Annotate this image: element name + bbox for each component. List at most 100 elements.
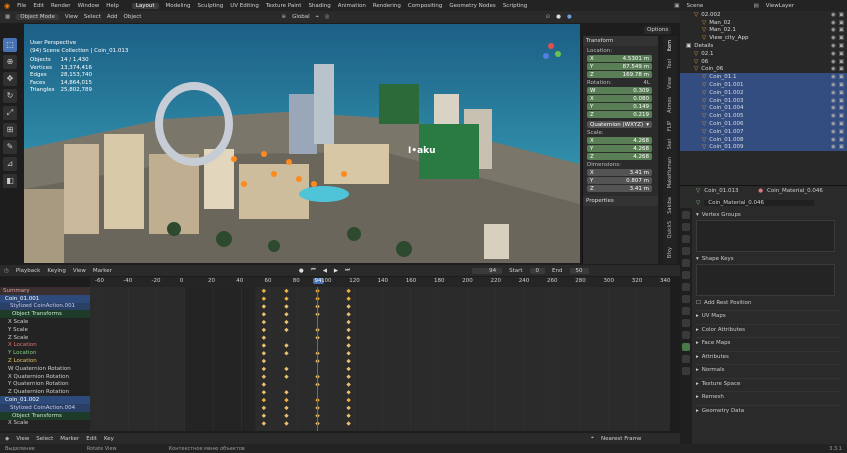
outliner-row[interactable]: ▣ Details ◉ ▣ <box>680 42 847 50</box>
frame-ruler[interactable]: -60 -40 -20 0 20 40 60 80 94 100 120 140 160 180 200 22… <box>90 277 671 287</box>
visibility-eye-icon[interactable]: ◉ <box>831 74 836 80</box>
tab-rendering[interactable]: Rendering <box>373 3 401 9</box>
channel-row[interactable]: Z Location <box>0 357 90 365</box>
tab-shading[interactable]: Shading <box>308 3 330 9</box>
visibility-eye-icon[interactable]: ◉ <box>831 121 836 127</box>
menu-select[interactable]: Select <box>84 14 101 20</box>
visibility-eye-icon[interactable]: ◉ <box>831 12 836 18</box>
measure-icon[interactable]: ⊿ <box>3 157 17 171</box>
vertex-groups-list[interactable] <box>696 220 835 252</box>
property-section-header[interactable]: ▸ Geometry Data <box>696 404 841 417</box>
menu-object[interactable]: Object <box>124 14 142 20</box>
visibility-eye-icon[interactable]: ◉ <box>831 51 836 57</box>
scale-z-field[interactable]: Z 4.268 <box>587 153 652 160</box>
camera-render-icon[interactable]: ▣ <box>839 59 844 65</box>
rotation-x-field[interactable]: X 0.080 <box>587 95 652 102</box>
camera-render-icon[interactable]: ▣ <box>839 12 844 18</box>
camera-render-icon[interactable]: ▣ <box>839 27 844 33</box>
visibility-eye-icon[interactable]: ◉ <box>831 113 836 119</box>
location-z-field[interactable]: Z 169.78 m <box>587 71 652 78</box>
visibility-eye-icon[interactable]: ◉ <box>831 66 836 72</box>
tab-uv-editing[interactable]: UV Editing <box>230 3 259 9</box>
data-tab-icon[interactable] <box>682 343 690 351</box>
channel-row[interactable]: Y Scale <box>0 326 90 334</box>
mesh-name-field[interactable]: Coin_Material_0.046 <box>704 200 815 206</box>
dimension-x-field[interactable]: X 3.41 m <box>587 169 652 176</box>
tab-geometry-nodes[interactable]: Geometry Nodes <box>449 3 495 9</box>
rotation-y-field[interactable]: Y 0.149 <box>587 103 652 110</box>
visibility-eye-icon[interactable]: ◉ <box>831 98 836 104</box>
location-x-field[interactable]: X 4.5301 m <box>587 55 652 62</box>
menu-view-ds[interactable]: View <box>16 436 29 442</box>
snap-mode-icon[interactable]: ⌖ <box>591 435 594 442</box>
property-section-header[interactable]: ▸ Color Attributes <box>696 323 841 336</box>
channel-row[interactable]: Stylized CoinAction.001 <box>0 302 90 311</box>
tab-compositing[interactable]: Compositing <box>408 3 442 9</box>
proportional-edit-icon[interactable]: ◎ <box>325 14 330 20</box>
outliner-row[interactable]: ▽ Coin_01.004 ◉ ▣ <box>680 104 847 113</box>
channel-row[interactable]: Stylized CoinAction.004 <box>0 403 90 412</box>
outliner-row[interactable]: ▽ Coin_01.002 ◉ ▣ <box>680 88 847 97</box>
visibility-eye-icon[interactable]: ◉ <box>831 137 836 143</box>
rotation-w-field[interactable]: W 0.309 <box>587 87 652 94</box>
visibility-eye-icon[interactable]: ◉ <box>831 144 836 150</box>
properties-section-header[interactable]: Properties <box>583 196 658 206</box>
visibility-eye-icon[interactable]: ◉ <box>831 59 836 65</box>
mode-selector[interactable]: Object Mode <box>16 14 59 20</box>
camera-render-icon[interactable]: ▣ <box>839 35 844 41</box>
scale-x-field[interactable]: X 4.268 <box>587 137 652 144</box>
outliner-row[interactable]: ▽ Man_02 ◉ ▣ <box>680 19 847 27</box>
channel-row[interactable]: X Quaternion Rotation <box>0 373 90 381</box>
tab-texture-paint[interactable]: Texture Paint <box>266 3 302 9</box>
tab-view[interactable]: View <box>667 77 673 89</box>
outliner-row[interactable]: ▽ Coin_06 ◉ ▣ <box>680 66 847 74</box>
rotate-icon[interactable]: ↻ <box>3 89 17 103</box>
camera-render-icon[interactable]: ▣ <box>839 121 844 127</box>
material-tab-icon[interactable] <box>682 355 690 363</box>
outliner-row[interactable]: ▽ Coin_01.009 ◉ ▣ <box>680 143 847 152</box>
outliner-row[interactable]: ▽ Coin_01.001 ◉ ▣ <box>680 81 847 89</box>
object-name-field[interactable]: Coin_01.013 <box>704 188 754 194</box>
annotate-icon[interactable]: ✎ <box>3 140 17 154</box>
start-frame-field[interactable]: 0 <box>529 267 546 274</box>
material-slot-field[interactable]: Coin_Material_0.046 <box>767 188 823 194</box>
play-reverse-icon[interactable]: ◀ <box>323 268 327 274</box>
interpolation-dropdown[interactable]: Nearest Frame <box>601 436 641 442</box>
shading-material-icon[interactable]: ● <box>567 14 572 20</box>
channel-row[interactable]: Object Transforms <box>0 411 90 420</box>
constraints-tab-icon[interactable] <box>682 331 690 339</box>
camera-render-icon[interactable]: ▣ <box>839 129 844 135</box>
menu-playback[interactable]: Playback <box>16 268 41 274</box>
camera-render-icon[interactable]: ▣ <box>839 90 844 96</box>
channel-row[interactable]: X Scale <box>0 420 90 428</box>
keyframe-canvas[interactable] <box>90 287 670 431</box>
snap-icon[interactable]: ⌖ <box>316 14 319 21</box>
property-section-header[interactable]: ▸ Remesh <box>696 391 841 403</box>
outliner-row[interactable]: ▽ Coin_01.008 ◉ ▣ <box>680 135 847 144</box>
menu-help[interactable]: Help <box>106 3 119 9</box>
editor-type-icon[interactable]: ▦ <box>5 14 10 20</box>
dimension-y-field[interactable]: Y 0.807 m <box>587 177 652 184</box>
scale-y-field[interactable]: Y 4.268 <box>587 145 652 152</box>
output-tab-icon[interactable] <box>682 235 690 243</box>
camera-render-icon[interactable]: ▣ <box>839 113 844 119</box>
scale-icon[interactable]: ⤢ <box>3 106 17 120</box>
channel-row[interactable]: Y Location <box>0 349 90 357</box>
visibility-eye-icon[interactable]: ◉ <box>831 35 836 41</box>
move-icon[interactable]: ✥ <box>3 72 17 86</box>
tab-bfxy[interactable]: Bfxy <box>667 247 673 258</box>
view-layer-selector[interactable]: ViewLayer <box>766 3 794 9</box>
play-icon[interactable]: ▶ <box>334 268 338 274</box>
visibility-eye-icon[interactable]: ◉ <box>831 129 836 135</box>
camera-render-icon[interactable]: ▣ <box>839 51 844 57</box>
tool-tab-icon[interactable] <box>682 211 690 219</box>
blender-logo-icon[interactable]: ◉ <box>4 2 10 10</box>
outliner-row[interactable]: ▽ 02.1 ◉ ▣ <box>680 50 847 58</box>
rotation-mode-dropdown[interactable]: Quaternion (WXYZ) ▾ <box>587 121 652 128</box>
outliner-row[interactable]: ▽ Coin_01.003 ◉ ▣ <box>680 96 847 105</box>
menu-marker[interactable]: Marker <box>93 268 112 274</box>
select-box-icon[interactable]: ⬚ <box>3 38 17 52</box>
scene-selector[interactable]: Scene <box>686 3 746 9</box>
add-rest-position-checkbox[interactable]: ☐ Add Rest Position <box>696 298 841 308</box>
channel-row[interactable]: W Quaternion Rotation <box>0 365 90 373</box>
